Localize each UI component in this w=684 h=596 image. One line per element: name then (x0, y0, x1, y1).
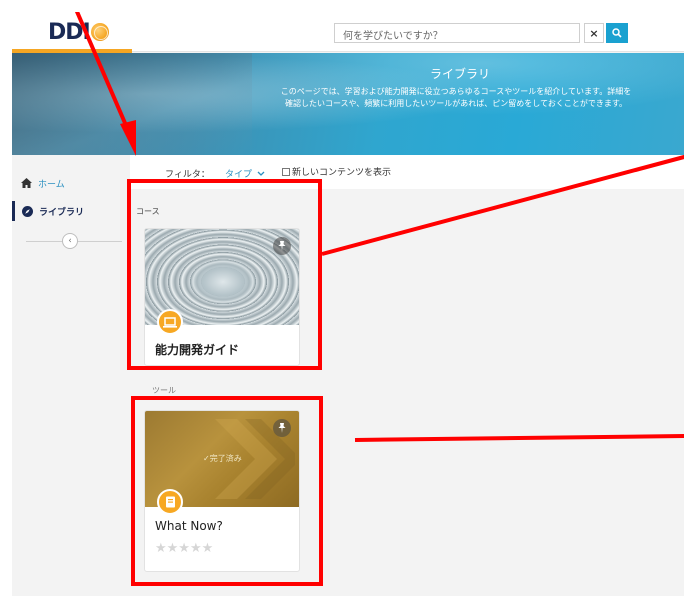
compass-icon (22, 205, 33, 217)
search-input[interactable]: 何を学びたいですか？ (334, 23, 580, 43)
banner-title: ライブラリ (429, 67, 490, 81)
sidebar-item-library[interactable]: ライブラリ (12, 201, 130, 221)
sidebar: ホーム ライブラリ ‹ (12, 155, 130, 545)
search-button[interactable] (606, 23, 628, 43)
page: DDI 何を学びたいですか？ × ライブラリ このページでは、学習および能力開発… (12, 12, 684, 596)
search-clear-button[interactable]: × (584, 23, 604, 43)
sidebar-item-home[interactable]: ホーム (12, 173, 130, 193)
sidebar-item-label: ライブラリ (39, 207, 85, 218)
new-content-label: 新しいコンテンツを表示 (292, 168, 392, 178)
annotation-line-tool (354, 433, 684, 442)
chevron-left-icon: ‹ (68, 236, 72, 246)
annotation-arrow (74, 12, 136, 156)
chevron-down-icon (257, 171, 265, 176)
search-icon (612, 28, 622, 38)
new-content-checkbox[interactable] (282, 167, 290, 176)
section-label-tools: ツール (152, 386, 176, 395)
home-icon (21, 178, 32, 188)
annotation-box-tool (131, 396, 323, 586)
annotation-box-course (127, 179, 322, 370)
sidebar-item-label: ホーム (38, 179, 65, 190)
banner-description: このページでは、学習および能力開発に役立つあらゆるコースやツールを紹介しています… (280, 87, 632, 108)
new-content-toggle[interactable]: 新しいコンテンツを表示 (282, 165, 391, 178)
collapse-sidebar-button[interactable]: ‹ (62, 233, 78, 249)
